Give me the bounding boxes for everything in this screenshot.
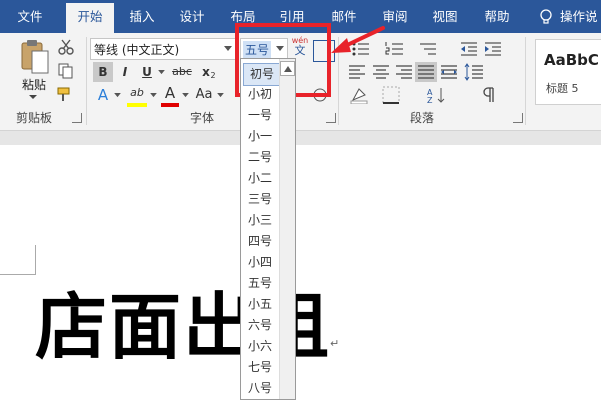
highlight-button[interactable]: ab	[126, 83, 148, 103]
numbering-icon[interactable]	[385, 41, 405, 57]
paste-icon[interactable]	[20, 39, 50, 75]
font-color-button[interactable]: A	[160, 83, 180, 103]
size-option[interactable]: 六号	[241, 315, 279, 336]
paste-dropdown-icon[interactable]	[28, 93, 38, 101]
style-gallery-item-heading5[interactable]: AaBbC 标题 5	[535, 39, 601, 105]
size-option[interactable]: 小一	[241, 126, 279, 147]
tab-home[interactable]: 开始	[66, 3, 114, 33]
scroll-up-button[interactable]	[280, 61, 295, 76]
tell-me-box[interactable]: 操作说	[560, 0, 601, 33]
size-option[interactable]: 一号	[241, 105, 279, 126]
change-case-dropdown-icon[interactable]	[217, 93, 224, 98]
clipboard-launcher-icon[interactable]	[72, 113, 82, 123]
font-size-dropdown-list[interactable]: 初号 小初 一号 小一 二号 小二 三号 小三 四号 小四 五号 小五 六号 小…	[240, 58, 296, 400]
paste-label[interactable]: 粘贴	[14, 76, 54, 93]
paragraph-group-label: 段落	[410, 111, 435, 125]
group-separator	[86, 37, 87, 125]
tab-help[interactable]: 帮助	[477, 0, 517, 33]
borders-icon[interactable]	[382, 86, 400, 104]
scissors-icon[interactable]	[58, 39, 74, 55]
highlight-color-swatch	[127, 103, 147, 107]
decrease-indent-icon[interactable]	[460, 41, 478, 57]
size-option[interactable]: 小六	[241, 336, 279, 357]
style-name-label: 标题 5	[546, 82, 579, 95]
size-option[interactable]: 小三	[241, 210, 279, 231]
page-corner-mark	[0, 245, 36, 275]
font-color-swatch	[161, 103, 179, 107]
font-group-label: 字体	[190, 111, 215, 125]
show-marks-icon[interactable]	[480, 86, 496, 104]
format-painter-icon[interactable]	[57, 86, 75, 102]
svg-text:Z: Z	[427, 96, 433, 104]
font-name-combobox[interactable]: 等线 (中文正文)	[90, 38, 236, 60]
font-name-value: 等线 (中文正文)	[94, 43, 180, 57]
distributed-icon[interactable]	[440, 64, 458, 80]
underline-button[interactable]: U	[137, 62, 157, 82]
size-option[interactable]: 小初	[241, 84, 279, 105]
bold-button[interactable]: B	[93, 62, 113, 82]
clipboard-group-label: 剪贴板	[16, 111, 53, 125]
text-effects-button[interactable]: A	[93, 85, 113, 105]
group-separator	[525, 37, 526, 125]
size-option[interactable]: 小五	[241, 294, 279, 315]
font-launcher-icon[interactable]	[326, 113, 336, 123]
document-gutter	[0, 131, 601, 145]
tab-file[interactable]: 文件	[10, 0, 50, 33]
italic-button[interactable]: I	[115, 62, 135, 82]
paragraph-launcher-icon[interactable]	[513, 113, 523, 123]
tab-view[interactable]: 视图	[425, 0, 465, 33]
increase-indent-icon[interactable]	[484, 41, 502, 57]
size-option[interactable]: 三号	[241, 189, 279, 210]
change-case-button[interactable]: Aa	[193, 85, 215, 105]
lightbulb-icon[interactable]	[539, 9, 553, 25]
chevron-up-icon	[284, 66, 292, 72]
copy-icon[interactable]	[58, 63, 74, 79]
multilevel-list-icon[interactable]	[419, 41, 439, 57]
align-left-icon[interactable]	[348, 64, 366, 80]
tab-design[interactable]: 设计	[172, 0, 212, 33]
justify-icon	[418, 65, 434, 79]
subscript-mark: 2	[210, 71, 216, 80]
align-right-icon[interactable]	[395, 64, 413, 80]
style-preview-text: AaBbC	[544, 51, 599, 69]
size-option[interactable]: 八号	[241, 378, 279, 399]
size-option[interactable]: 四号	[241, 231, 279, 252]
underline-dropdown-icon[interactable]	[158, 70, 165, 75]
size-option-selected[interactable]: 初号	[243, 63, 281, 86]
dropdown-scrollbar[interactable]	[279, 59, 295, 399]
strikethrough-button[interactable]: abc	[169, 62, 195, 82]
align-center-icon[interactable]	[372, 64, 390, 80]
shading-icon[interactable]	[349, 86, 369, 104]
line-spacing-icon[interactable]	[464, 63, 484, 81]
font-color-dropdown-icon[interactable]	[182, 93, 189, 98]
tab-insert[interactable]: 插入	[122, 0, 162, 33]
size-option[interactable]: 小四	[241, 252, 279, 273]
paragraph-mark: ↵	[330, 337, 340, 350]
size-option[interactable]: 小二	[241, 168, 279, 189]
size-option[interactable]: 二号	[241, 147, 279, 168]
annotation-arrow-icon	[331, 26, 385, 53]
highlight-dropdown-icon[interactable]	[150, 93, 157, 98]
font-name-dropdown-icon[interactable]	[224, 46, 232, 52]
size-option[interactable]: 七号	[241, 357, 279, 378]
sort-icon[interactable]: AZ	[426, 86, 448, 104]
size-option[interactable]: 五号	[241, 273, 279, 294]
document-page[interactable]: 店面出租 ↵	[0, 145, 601, 400]
text-effects-dropdown-icon[interactable]	[114, 93, 121, 98]
